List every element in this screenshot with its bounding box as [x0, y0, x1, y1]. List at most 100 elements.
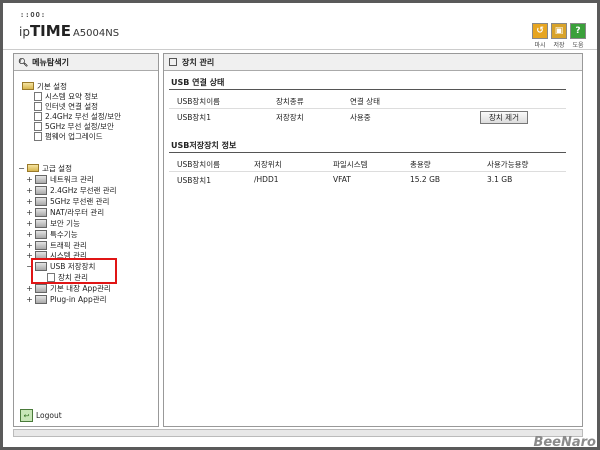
app-icon	[35, 283, 47, 293]
expand-icon: +	[26, 174, 33, 184]
stat-icon: ↺	[532, 23, 548, 39]
usb-status-header-row: USB장치이름 장치종류 연결 상태	[169, 94, 566, 109]
tree-item-5ghz-lan[interactable]: +5GHz 무선랜 관리	[26, 196, 109, 206]
help-label: 도움	[572, 42, 584, 49]
table-cell: USB장치1	[177, 113, 211, 122]
special-icon	[35, 229, 47, 239]
page-title: 장치 관리	[182, 57, 215, 67]
table-cell: 사용중	[350, 113, 371, 122]
tree-item-plugin-app[interactable]: + Plug-in App관리	[26, 294, 107, 304]
divider	[169, 152, 566, 153]
tree-item-network[interactable]: + 네트워크 관리	[26, 174, 94, 184]
page-icon	[34, 131, 42, 141]
usb-status-title: USB 연결 상태	[171, 78, 225, 87]
save-icon: ▣	[551, 23, 567, 39]
logo: ipTIME A5004NS	[19, 22, 119, 40]
tree-item-24ghz-lan[interactable]: +2.4GHz 무선랜 관리	[26, 185, 117, 195]
stat-button[interactable]: ↺ 마시	[530, 23, 550, 49]
tree-item-system-summary[interactable]: 시스템 요약 정보	[32, 91, 98, 101]
column-header: 저장위치	[254, 160, 282, 169]
tree-item-traffic[interactable]: + 트래픽 관리	[26, 240, 87, 250]
tree-label: 2.4GHz 무선랜 관리	[50, 185, 117, 195]
app-frame: ::OO: ipTIME A5004NS ↺ 마시 ▣ 저장 ? 도움 🔍︎ 메뉴…	[3, 3, 597, 447]
logout-link[interactable]: ↩ Logout	[20, 409, 62, 422]
tree-label: NAT/라우터 관리	[50, 207, 105, 217]
expand-icon: +	[26, 196, 33, 206]
tree-basic-settings[interactable]: 기본 설정	[20, 81, 67, 91]
tree-item-firmware-upgrade[interactable]: 펌웨어 업그레이드	[32, 131, 103, 141]
tree-label: 5GHz 무선랜 관리	[50, 196, 110, 206]
tree-label: 고급 설정	[42, 163, 72, 173]
tree-label: 특수기능	[50, 229, 78, 239]
tree-item-5ghz-wireless[interactable]: 5GHz 무선 설정/보안	[32, 121, 114, 131]
logo-ip: ip	[19, 25, 30, 39]
status-bar	[13, 429, 583, 437]
page-icon	[169, 58, 177, 66]
expand-icon: +	[26, 207, 33, 217]
page-icon	[34, 91, 42, 101]
column-header: USB장치이름	[177, 97, 220, 106]
logo-dots: ::OO:	[20, 11, 47, 19]
folder-open-icon	[27, 164, 39, 172]
save-button[interactable]: ▣ 저장	[549, 23, 569, 49]
page-icon	[34, 111, 42, 121]
column-header: 장치종류	[276, 97, 304, 106]
tree-item-nat-router[interactable]: + NAT/라우터 관리	[26, 207, 104, 217]
tree-label: 펌웨어 업그레이드	[45, 131, 103, 141]
tree-label: Plug-in App관리	[50, 294, 107, 304]
lock-icon	[35, 218, 47, 228]
save-label: 저장	[553, 42, 565, 49]
tree-item-24ghz-wireless[interactable]: 2.4GHz 무선 설정/보안	[32, 111, 121, 121]
column-header: 사용가능용량	[487, 160, 529, 169]
menu-explorer-header: 🔍︎ 메뉴탐색기	[14, 54, 158, 71]
model-name: A5004NS	[72, 28, 120, 39]
menu-explorer-title: 메뉴탐색기	[32, 57, 69, 67]
tree-label: 기본 내장 App관리	[50, 283, 111, 293]
logo-time: TIME	[29, 22, 71, 40]
expand-icon: +	[26, 229, 33, 239]
magnifier-icon: 🔍︎	[18, 57, 29, 67]
table-cell: 저장장치	[276, 113, 304, 122]
wireless-icon	[35, 196, 47, 206]
expand-icon: +	[26, 240, 33, 250]
router-icon	[35, 207, 47, 217]
expand-icon: +	[26, 218, 33, 228]
content-panel: 장치 관리 USB 연결 상태 USB장치이름 장치종류 연결 상태 USB장치…	[163, 53, 583, 427]
wireless-icon	[35, 185, 47, 195]
menu-explorer: 🔍︎ 메뉴탐색기 기본 설정 시스템 요약 정보 인터넷 연결 설정 2.4GH…	[13, 53, 159, 427]
page-icon	[34, 101, 42, 111]
tree-label: 보안 기능	[50, 218, 80, 228]
tree-label: 네트워크 관리	[50, 174, 94, 184]
help-button[interactable]: ? 도움	[568, 23, 588, 49]
table-cell: 3.1 GB	[487, 175, 513, 184]
table-cell: /HDD1	[254, 175, 279, 184]
tree-advanced-settings[interactable]: − 고급 설정	[18, 163, 72, 173]
column-header: USB장치이름	[177, 160, 220, 169]
watermark: BeeNaro	[533, 435, 596, 450]
plugin-icon	[35, 294, 47, 304]
column-header: 총용량	[410, 160, 431, 169]
storage-header-row: USB장치이름 저장위치 파일시스템 총용량 사용가능용량	[169, 157, 566, 172]
stat-label: 마시	[534, 42, 546, 49]
table-cell: VFAT	[333, 175, 351, 184]
eject-device-button[interactable]: 장치 제거	[480, 111, 528, 124]
highlight-box	[31, 258, 117, 284]
storage-info-title: USB저장장치 정보	[171, 141, 237, 150]
column-header: 파일시스템	[333, 160, 368, 169]
logout-label: Logout	[36, 411, 62, 420]
tree-item-security[interactable]: + 보안 기능	[26, 218, 80, 228]
divider	[169, 89, 566, 90]
traffic-icon	[35, 240, 47, 250]
logout-icon: ↩	[20, 409, 33, 422]
expand-icon: +	[26, 294, 33, 304]
expand-icon: +	[26, 185, 33, 195]
tree-item-builtin-app[interactable]: + 기본 내장 App관리	[26, 283, 111, 293]
tree-item-special[interactable]: + 특수기능	[26, 229, 78, 239]
content-header: 장치 관리	[164, 54, 582, 71]
page-icon	[34, 121, 42, 131]
tree-item-internet-setup[interactable]: 인터넷 연결 설정	[32, 101, 98, 111]
table-cell: 15.2 GB	[410, 175, 441, 184]
header: ::OO: ipTIME A5004NS ↺ 마시 ▣ 저장 ? 도움	[3, 3, 597, 50]
help-icon: ?	[570, 23, 586, 39]
column-header: 연결 상태	[350, 97, 380, 106]
